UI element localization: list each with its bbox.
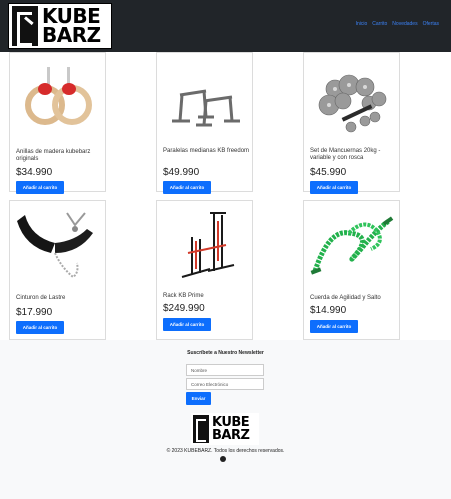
nav-novedades[interactable]: Novedades (392, 21, 417, 27)
product-card: Paralelas medianas KB freedom $49.990 Añ… (156, 52, 253, 194)
brand-logo[interactable]: KUBE BARZ (8, 3, 112, 49)
footer: Suscríbete a Nuestro Newsletter Nombre C… (0, 340, 451, 499)
copyright-text: © 2023 KUBEBARZ. Todos los derechos rese… (166, 448, 285, 454)
nav-ofertas[interactable]: Ofertas (423, 21, 439, 27)
kb-logo-icon (12, 6, 38, 46)
product-price: $249.990 (163, 303, 205, 314)
jump-rope-icon (310, 216, 394, 275)
product-name: Set de Mancuernas 20kg - variable y con … (310, 148, 381, 161)
github-icon[interactable] (220, 456, 226, 462)
product-card: Set de Mancuernas 20kg - variable y con … (303, 52, 400, 194)
add-to-cart-button[interactable]: Añadir al carrito (163, 318, 211, 331)
name-field[interactable]: Nombre (186, 364, 264, 376)
product-name: Cuerda de Agilidad y Salto (310, 295, 381, 301)
logo-text-bottom: BARZ (42, 23, 101, 47)
product-price: $14.990 (310, 305, 347, 316)
kb-logo-icon (193, 415, 209, 443)
dip-belt-icon (17, 212, 93, 279)
product-card: Anillas de madera kubebarz originals $34… (9, 52, 106, 194)
nav-inicio[interactable]: Inicio (356, 21, 368, 27)
submit-button[interactable]: Enviar (186, 392, 211, 405)
main-nav: Inicio Carrito Novedades Ofertas (356, 21, 439, 27)
email-field[interactable]: Correo Electrónico (186, 378, 264, 390)
top-navbar: KUBE BARZ Inicio Carrito Novedades Ofert… (0, 0, 451, 52)
product-name: Rack KB Prime (163, 293, 204, 299)
add-to-cart-button[interactable]: Añadir al carrito (310, 320, 358, 333)
product-name: Anillas de madera kubebarz originals (16, 149, 91, 162)
footer-logo: KUBE BARZ (191, 413, 259, 445)
dumbbell-set-icon (318, 74, 387, 133)
add-to-cart-button[interactable]: Añadir al carrito (310, 181, 358, 194)
parallettes-icon (172, 89, 240, 127)
product-name: Paralelas medianas KB freedom (163, 148, 250, 154)
product-name: Cinturon de Lastre (16, 295, 66, 301)
product-card: Cuerda de Agilidad y Salto $14.990 Añadi… (303, 200, 400, 340)
footer-logo-bottom: BARZ (212, 428, 250, 443)
nav-carrito[interactable]: Carrito (372, 21, 387, 27)
squat-rack-icon (181, 212, 235, 278)
newsletter-title: Suscríbete a Nuestro Newsletter (187, 350, 264, 356)
product-price: $49.990 (163, 167, 200, 178)
product-price: $17.990 (16, 307, 53, 318)
add-to-cart-button[interactable]: Añadir al carrito (16, 321, 64, 334)
add-to-cart-button[interactable]: Añadir al carrito (163, 181, 211, 194)
add-to-cart-button[interactable]: Añadir al carrito (16, 181, 64, 194)
product-card: Cinturon de Lastre $17.990 Añadir al car… (9, 200, 106, 340)
product-price: $34.990 (16, 167, 53, 178)
wooden-rings-icon (25, 67, 92, 125)
product-price: $45.990 (310, 167, 347, 178)
product-card: Rack KB Prime $249.990 Añadir al carrito (156, 200, 253, 340)
